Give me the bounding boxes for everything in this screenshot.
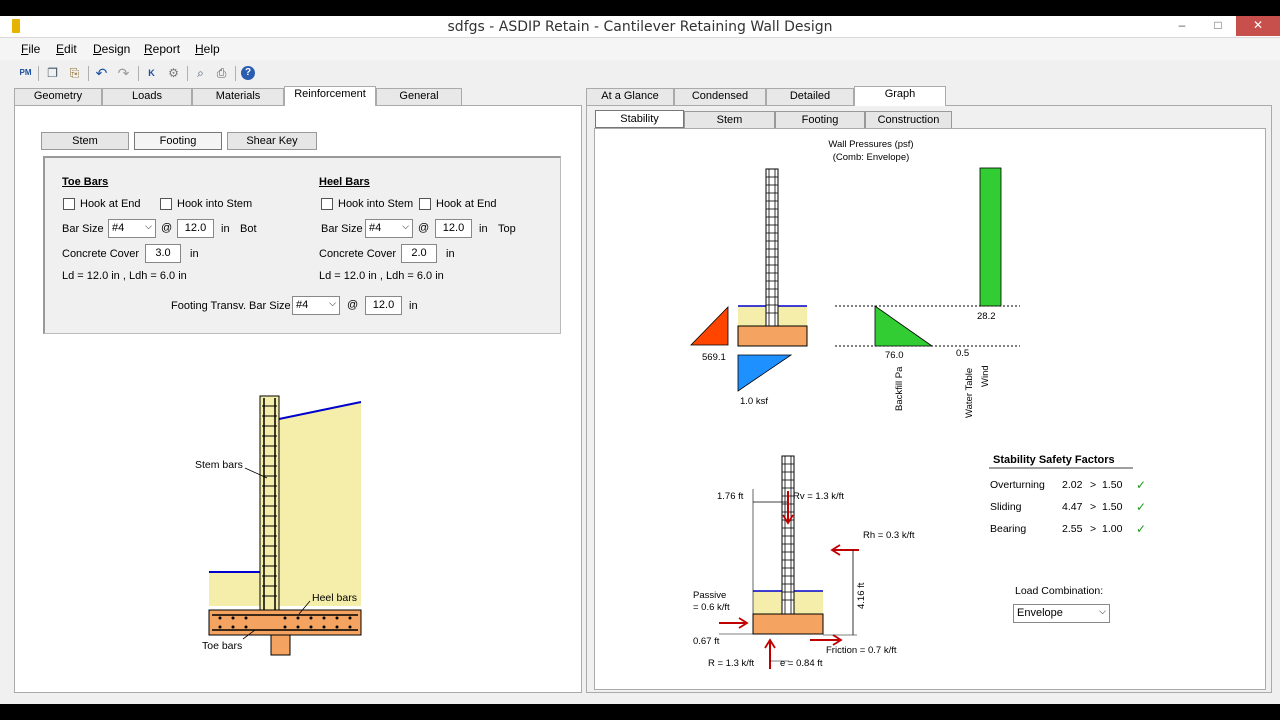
- menu-design[interactable]: Design: [93, 42, 130, 56]
- bearing-pressure-label: 1.0 ksf: [740, 396, 768, 407]
- bearing-limit: 1.00: [1102, 523, 1123, 535]
- overturning-value: 2.02: [1062, 479, 1083, 491]
- tab-graph[interactable]: Graph: [854, 86, 946, 106]
- load-combination-select[interactable]: Envelope ⌵: [1013, 604, 1110, 623]
- reinforcement-panel: Stem Footing Shear Key Toe Bars Hook at …: [14, 105, 582, 693]
- backfill-soil: [279, 402, 361, 606]
- footing: [208, 609, 362, 636]
- bearing-value: 2.55: [1062, 523, 1083, 535]
- friction-label: Friction = 0.7 k/ft: [826, 645, 897, 656]
- sliding-op: >: [1090, 501, 1096, 513]
- toe-soil: [209, 572, 260, 606]
- water-axis-label: Water Table: [964, 368, 975, 418]
- preview-icon[interactable]: ⌕: [192, 65, 209, 82]
- menu-file[interactable]: File: [21, 42, 40, 56]
- stem-bars-label: Stem bars: [195, 459, 243, 471]
- tab-general[interactable]: General: [376, 88, 462, 105]
- backfill-pressure-triangle: [874, 305, 934, 347]
- paste-icon[interactable]: ⎘: [66, 65, 83, 82]
- tab-condensed[interactable]: Condensed: [674, 88, 766, 105]
- maximize-icon[interactable]: □: [1204, 16, 1232, 36]
- pressure-title: Wall Pressures (psf): [828, 139, 913, 150]
- water-pressure-value: 0.5: [956, 348, 969, 359]
- wind-axis-label: Wind: [980, 365, 991, 387]
- subtab-graph-footing[interactable]: Footing: [775, 111, 865, 129]
- bearing-check-icon: ✓: [1136, 522, 1146, 536]
- subtab-stability[interactable]: Stability: [595, 110, 684, 128]
- passive-pressure-triangle: [690, 306, 729, 346]
- e-label: e = 0.84 ft: [780, 658, 823, 669]
- chevron-down-icon: ⌵: [1099, 606, 1106, 616]
- load-combination-label: Load Combination:: [1015, 585, 1103, 597]
- rv-arm-label: 1.76 ft: [717, 491, 744, 502]
- left-tab-strip: Geometry Loads Materials Reinforcement G…: [14, 86, 464, 106]
- menu-help[interactable]: Help: [195, 42, 220, 56]
- tab-geometry[interactable]: Geometry: [14, 88, 102, 105]
- subtab-graph-stem[interactable]: Stem: [684, 111, 775, 129]
- lower-footing: [752, 613, 824, 635]
- upper-footing: [737, 325, 808, 347]
- tab-at-a-glance[interactable]: At a Glance: [586, 88, 674, 105]
- taskbar: [0, 704, 1280, 720]
- title-bar: sdfgs - ASDIP Retain - Cantilever Retain…: [0, 16, 1280, 38]
- bearing-label: Bearing: [990, 523, 1026, 535]
- graph-panel: Stability Stem Footing Construction Wall…: [586, 105, 1272, 693]
- overturning-check-icon: ✓: [1136, 478, 1146, 492]
- overturning-label: Overturning: [990, 479, 1045, 491]
- overturning-op: >: [1090, 479, 1096, 491]
- backfill-pressure-value: 76.0: [885, 350, 904, 361]
- toe-bars-label: Toe bars: [202, 640, 242, 652]
- tab-loads[interactable]: Loads: [102, 88, 192, 105]
- stability-diagram: Wall Pressures (psf) (Comb: Envelope) 56…: [690, 139, 1146, 669]
- bearing-pressure-triangle: [737, 354, 793, 392]
- minimize-icon[interactable]: –: [1168, 16, 1196, 36]
- menu-edit[interactable]: Edit: [56, 42, 77, 56]
- copy-icon[interactable]: ❐: [44, 65, 61, 82]
- sliding-label: Sliding: [990, 501, 1022, 513]
- subtab-construction[interactable]: Construction: [865, 111, 952, 129]
- stability-canvas: Wall Pressures (psf) (Comb: Envelope) 56…: [594, 128, 1266, 690]
- print-icon[interactable]: ⎙: [213, 65, 230, 82]
- app-window: sdfgs - ASDIP Retain - Cantilever Retain…: [0, 16, 1280, 704]
- pressure-subtitle: (Comb: Envelope): [833, 152, 910, 163]
- sliding-check-icon: ✓: [1136, 500, 1146, 514]
- wind-pressure-bar: [979, 167, 1002, 307]
- sliding-limit: 1.50: [1102, 501, 1123, 513]
- overturning-limit: 1.50: [1102, 479, 1123, 491]
- menu-bar: File Edit Design Report Help: [0, 38, 1280, 60]
- passive-pressure-label: 569.1: [702, 352, 726, 363]
- wind-pressure-value: 28.2: [977, 311, 996, 322]
- redo-icon[interactable]: ↷: [115, 65, 132, 82]
- rh-label: Rh = 0.3 k/ft: [863, 530, 915, 541]
- sliding-value: 4.47: [1062, 501, 1083, 513]
- stem-wall: [259, 395, 280, 612]
- upper-stem: [765, 168, 779, 327]
- safety-title: Stability Safety Factors: [993, 454, 1115, 466]
- settings-icon[interactable]: ⚙: [165, 65, 182, 82]
- passive-arm-label: 0.67 ft: [693, 636, 720, 647]
- undo-icon[interactable]: ↶: [93, 65, 110, 82]
- tab-detailed[interactable]: Detailed: [766, 88, 854, 105]
- passive-force-label: Passive: [693, 590, 726, 601]
- menu-report[interactable]: Report: [144, 42, 180, 56]
- close-icon[interactable]: ✕: [1236, 16, 1280, 36]
- tab-materials[interactable]: Materials: [192, 88, 284, 105]
- r-label: R = 1.3 k/ft: [708, 658, 755, 669]
- heel-bars-label: Heel bars: [312, 592, 357, 604]
- shear-key: [270, 634, 291, 656]
- reinforcement-diagram: Stem bars Heel bars Toe bars: [195, 395, 362, 656]
- rv-label: Rv = 1.3 k/ft: [793, 491, 844, 502]
- help-icon[interactable]: ?: [241, 66, 255, 80]
- backfill-axis-label: Backfill Pa: [894, 366, 905, 411]
- bearing-op: >: [1090, 523, 1096, 535]
- window-title: sdfgs - ASDIP Retain - Cantilever Retain…: [447, 19, 833, 35]
- passive-force-value: = 0.6 k/ft: [693, 602, 730, 613]
- right-tab-strip: At a Glance Condensed Detailed Graph: [586, 86, 956, 106]
- toolbar: PM ❐ ⎘ ↶ ↷ K ⚙ ⌕ ⎙ ?: [0, 62, 1280, 86]
- pm-icon[interactable]: PM: [17, 65, 34, 82]
- calculate-icon[interactable]: K: [143, 65, 160, 82]
- tab-reinforcement[interactable]: Reinforcement: [284, 86, 376, 106]
- height-label: 4.16 ft: [856, 582, 867, 609]
